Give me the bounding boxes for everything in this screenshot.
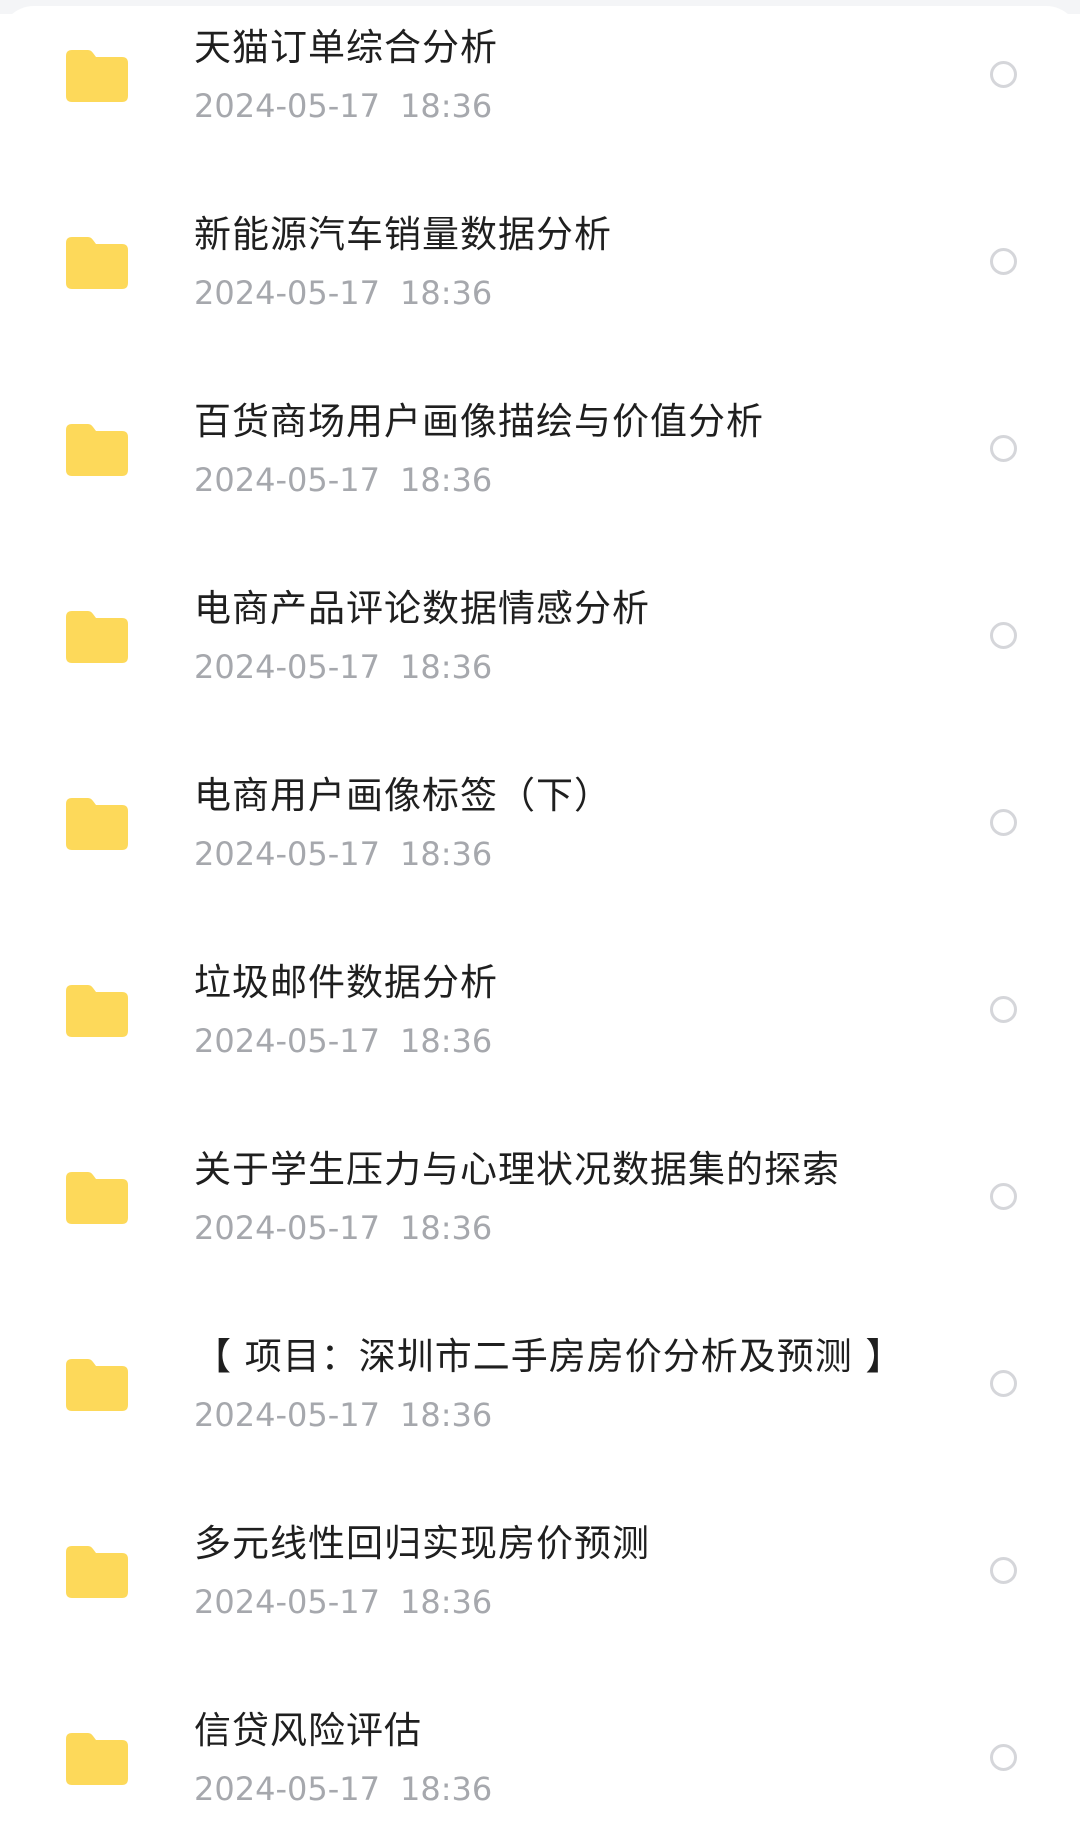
file-row[interactable]: 【 项目：深圳市二手房房价分析及预测 】 2024-05-17 18:36 [0,1315,1080,1502]
file-time: 18:36 [399,648,493,686]
file-row[interactable]: 电商用户画像标签（下） 2024-05-17 18:36 [0,754,1080,941]
file-time: 18:36 [399,1022,493,1060]
radio-unchecked-icon[interactable] [990,61,1017,88]
file-timestamp: 2024-05-17 18:36 [194,1580,492,1624]
file-date: 2024-05-17 [194,1770,380,1808]
file-title: 电商用户画像标签（下） [194,774,612,817]
file-time: 18:36 [399,1209,493,1247]
file-row[interactable]: 垃圾邮件数据分析 2024-05-17 18:36 [0,941,1080,1128]
folder-icon [66,798,128,850]
file-date: 2024-05-17 [194,648,380,686]
file-title: 百货商场用户画像描绘与价值分析 [194,400,764,443]
folder-icon [66,1546,128,1598]
file-time: 18:36 [399,461,493,499]
folder-icon [66,611,128,663]
file-time: 18:36 [399,1583,493,1621]
file-time: 18:36 [399,1770,493,1808]
radio-unchecked-icon[interactable] [990,435,1017,462]
file-timestamp: 2024-05-17 18:36 [194,84,492,128]
file-title: 电商产品评论数据情感分析 [194,587,650,630]
file-time: 18:36 [399,274,493,312]
file-timestamp: 2024-05-17 18:36 [194,645,492,689]
radio-unchecked-icon[interactable] [990,622,1017,649]
radio-unchecked-icon[interactable] [990,1370,1017,1397]
radio-unchecked-icon[interactable] [990,1183,1017,1210]
file-timestamp: 2024-05-17 18:36 [194,271,492,315]
file-timestamp: 2024-05-17 18:36 [194,1206,492,1250]
file-time: 18:36 [399,87,493,125]
folder-icon [66,1733,128,1785]
file-list-sheet: 天猫订单综合分析 2024-05-17 18:36 新能源汽车销量数据分析 202… [0,6,1080,1827]
file-row[interactable]: 天猫订单综合分析 2024-05-17 18:36 [0,6,1080,193]
file-time: 18:36 [399,835,493,873]
file-date: 2024-05-17 [194,1396,380,1434]
file-title: 多元线性回归实现房价预测 [194,1522,650,1565]
file-timestamp: 2024-05-17 18:36 [194,1767,492,1811]
file-title: 天猫订单综合分析 [194,26,498,69]
file-date: 2024-05-17 [194,461,380,499]
file-date: 2024-05-17 [194,274,380,312]
file-row[interactable]: 百货商场用户画像描绘与价值分析 2024-05-17 18:36 [0,380,1080,567]
file-date: 2024-05-17 [194,835,380,873]
file-date: 2024-05-17 [194,1022,380,1060]
file-row[interactable]: 多元线性回归实现房价预测 2024-05-17 18:36 [0,1502,1080,1689]
file-row[interactable]: 新能源汽车销量数据分析 2024-05-17 18:36 [0,193,1080,380]
file-timestamp: 2024-05-17 18:36 [194,832,492,876]
folder-icon [66,1359,128,1411]
file-row[interactable]: 信贷风险评估 2024-05-17 18:36 [0,1689,1080,1827]
file-timestamp: 2024-05-17 18:36 [194,1019,492,1063]
file-list-screen: 天猫订单综合分析 2024-05-17 18:36 新能源汽车销量数据分析 202… [0,0,1080,1827]
file-row[interactable]: 关于学生压力与心理状况数据集的探索 2024-05-17 18:36 [0,1128,1080,1315]
file-title: 垃圾邮件数据分析 [194,961,498,1004]
radio-unchecked-icon[interactable] [990,1744,1017,1771]
folder-icon [66,237,128,289]
radio-unchecked-icon[interactable] [990,248,1017,275]
file-title: 信贷风险评估 [194,1709,422,1752]
folder-icon [66,50,128,102]
file-timestamp: 2024-05-17 18:36 [194,458,492,502]
radio-unchecked-icon[interactable] [990,809,1017,836]
radio-unchecked-icon[interactable] [990,996,1017,1023]
file-title: 【 项目：深圳市二手房房价分析及预测 】 [194,1335,904,1378]
file-title: 关于学生压力与心理状况数据集的探索 [194,1148,840,1191]
file-time: 18:36 [399,1396,493,1434]
folder-icon [66,985,128,1037]
file-date: 2024-05-17 [194,87,380,125]
file-date: 2024-05-17 [194,1583,380,1621]
file-timestamp: 2024-05-17 18:36 [194,1393,492,1437]
file-date: 2024-05-17 [194,1209,380,1247]
folder-icon [66,1172,128,1224]
file-row[interactable]: 电商产品评论数据情感分析 2024-05-17 18:36 [0,567,1080,754]
folder-icon [66,424,128,476]
radio-unchecked-icon[interactable] [990,1557,1017,1584]
file-title: 新能源汽车销量数据分析 [194,213,612,256]
